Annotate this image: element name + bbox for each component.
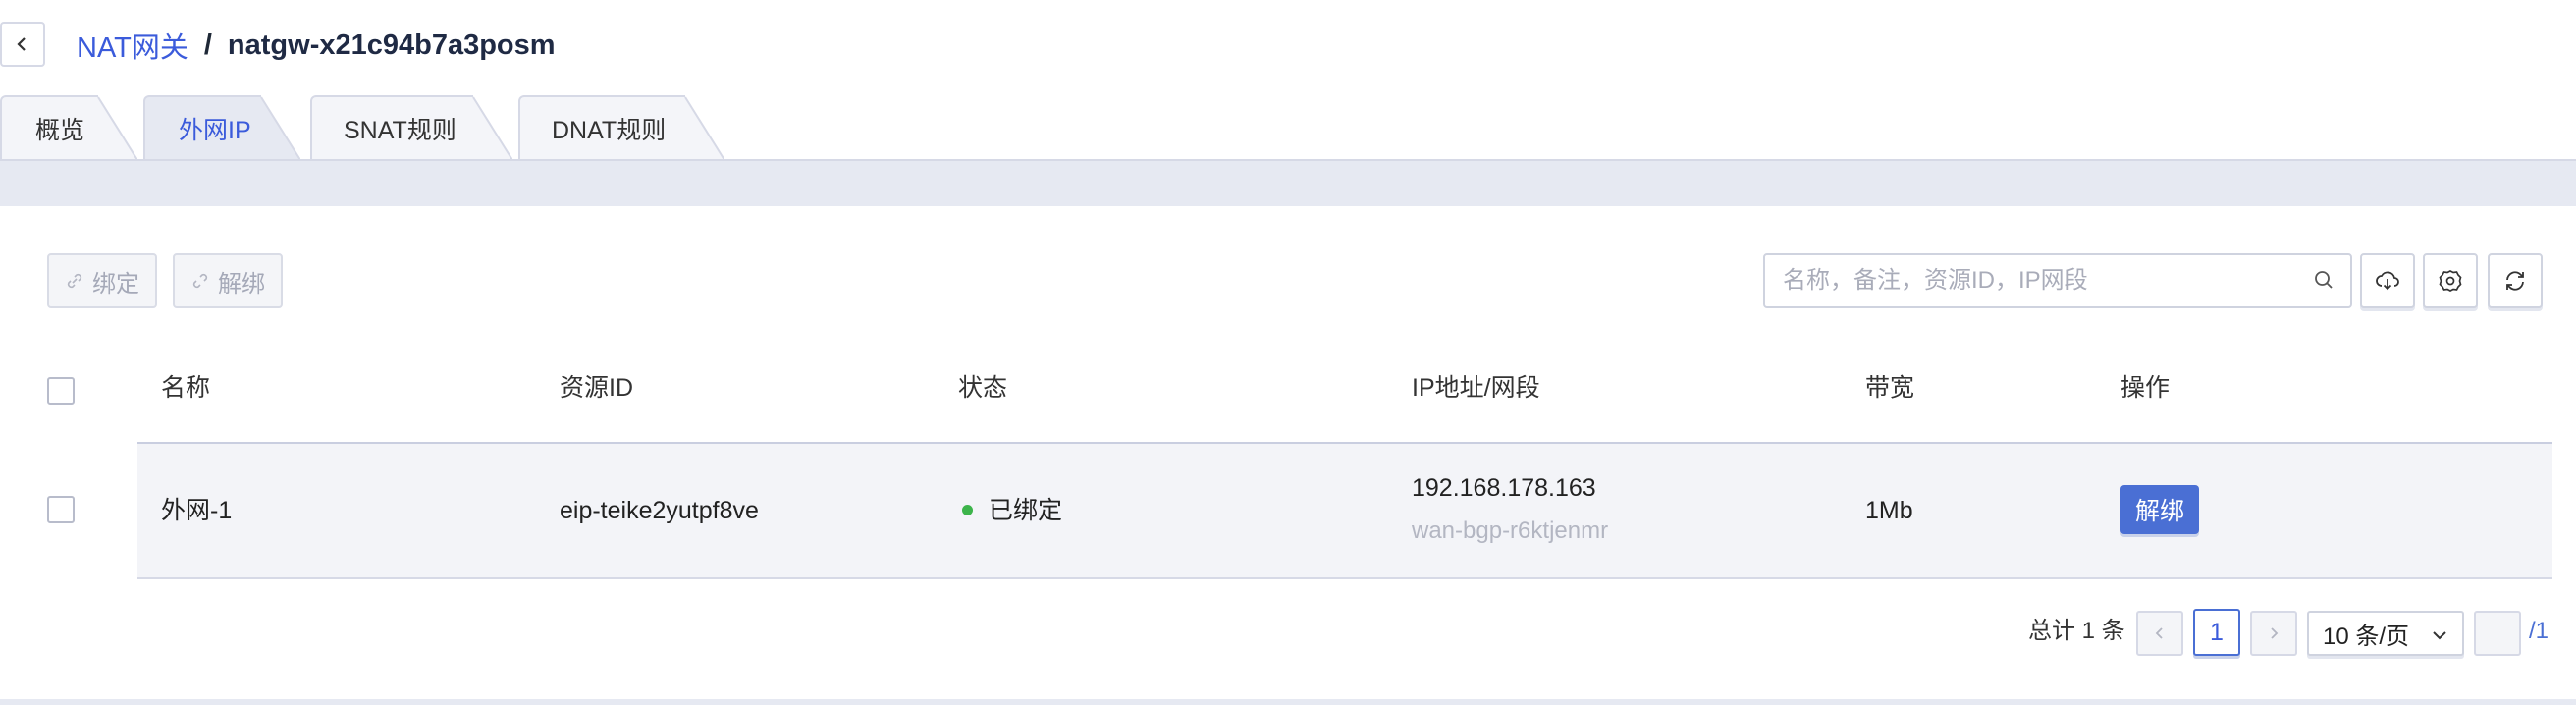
search-box: [1763, 253, 2352, 308]
column-header-bandwidth: 带宽: [1865, 374, 1915, 402]
tab-tail-shape: [257, 96, 300, 161]
unbind-button-label: 解绑: [218, 270, 265, 298]
chevron-left-icon: [17, 37, 26, 51]
chevron-left-icon: [2155, 627, 2163, 639]
tab-dnat-rules[interactable]: DNAT规则: [518, 95, 724, 161]
search-input[interactable]: [1783, 267, 2293, 295]
status-dot-icon: [962, 504, 973, 515]
row-resource-id: eip-teike2yutpf8ve: [560, 497, 759, 524]
search-icon[interactable]: [2313, 269, 2334, 291]
refresh-icon: [2506, 271, 2524, 291]
pagination-total-pages: /1: [2529, 618, 2549, 644]
tab-external-ip[interactable]: 外网IP: [143, 95, 300, 161]
tab-tail-shape: [94, 96, 137, 161]
chevron-right-icon: [2271, 627, 2279, 639]
unlink-icon: [192, 273, 208, 289]
back-button[interactable]: [0, 22, 45, 67]
row-ip: 192.168.178.163: [1412, 474, 1596, 502]
gear-icon: [2439, 270, 2462, 292]
column-header-ip: IP地址/网段: [1412, 374, 1540, 402]
settings-button[interactable]: [2423, 253, 2478, 308]
column-header-name: 名称: [161, 374, 211, 402]
column-header-resource-id: 资源ID: [560, 374, 634, 402]
row-checkbox[interactable]: [47, 496, 75, 523]
breadcrumb-separator: /: [203, 28, 212, 61]
row-bandwidth: 1Mb: [1865, 497, 1913, 524]
tab-snat-rules-label: SNAT规则: [344, 117, 456, 144]
row-status: 已绑定: [962, 496, 1062, 525]
next-page-button[interactable]: [2250, 611, 2297, 656]
row-status-label: 已绑定: [989, 497, 1063, 524]
chevron-down-icon: [2433, 631, 2446, 640]
refresh-button[interactable]: [2488, 253, 2543, 308]
tab-snat-rules[interactable]: SNAT规则: [310, 95, 512, 161]
tab-tail-shape: [681, 96, 724, 161]
pagination-total: 总计 1 条: [2028, 618, 2125, 644]
breadcrumb: NAT网关 / natgw-x21c94b7a3posm: [77, 24, 556, 67]
select-all-checkbox[interactable]: [47, 377, 75, 405]
page-size-value: 10 条/页: [2323, 623, 2410, 650]
prev-page-button[interactable]: [2136, 611, 2183, 656]
column-header-actions: 操作: [2120, 374, 2171, 402]
tab-tail-shape: [469, 96, 512, 161]
breadcrumb-current: natgw-x21c94b7a3posm: [227, 28, 556, 61]
row-name: 外网-1: [161, 497, 233, 524]
page-size-select[interactable]: 10 条/页: [2307, 611, 2464, 656]
tab-overview-label: 概览: [35, 117, 85, 144]
link-icon: [67, 273, 82, 289]
tab-content-band: [0, 159, 2576, 206]
page-jump-input[interactable]: [2474, 611, 2521, 656]
tab-bar: 概览 外网IP SNAT规则 DNAT规则: [0, 95, 2576, 161]
bind-button[interactable]: 绑定: [47, 253, 157, 308]
column-header-status: 状态: [958, 374, 1008, 402]
tab-external-ip-label: 外网IP: [179, 117, 251, 144]
bind-button-label: 绑定: [92, 270, 139, 298]
breadcrumb-parent-link[interactable]: NAT网关: [77, 25, 188, 66]
panel-bottom-border: [0, 699, 2576, 705]
page-header: NAT网关 / natgw-x21c94b7a3posm: [0, 0, 2576, 90]
unbind-button[interactable]: 解绑: [173, 253, 283, 308]
download-button[interactable]: [2360, 253, 2415, 308]
row-ip-subtext: wan-bgp-r6ktjenmr: [1412, 517, 1609, 544]
row-unbind-button[interactable]: 解绑: [2120, 485, 2199, 534]
cloud-download-icon: [2376, 271, 2399, 291]
page-number-current[interactable]: 1: [2193, 609, 2240, 656]
tab-overview[interactable]: 概览: [0, 95, 137, 161]
tab-dnat-rules-label: DNAT规则: [552, 117, 667, 144]
